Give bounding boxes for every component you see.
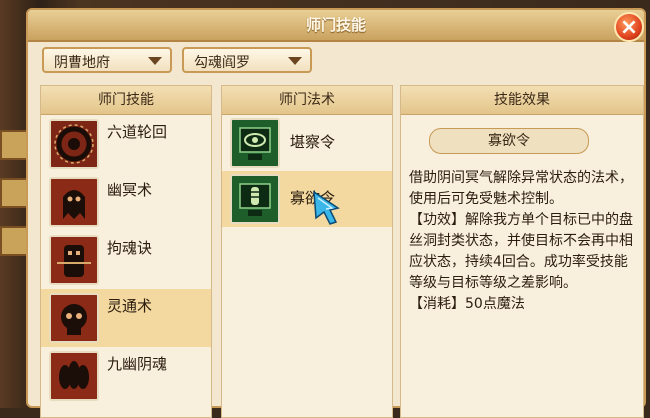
skill-label: 拘魂诀 [107,239,153,257]
school-dropdown[interactable]: 阴曹地府 [42,47,172,73]
chevron-down-icon [148,57,162,65]
seal-tablet-icon [230,174,280,224]
close-button[interactable]: × [614,12,644,42]
school-dropdown-value: 阴曹地府 [54,55,110,71]
wheel-icon [49,119,99,169]
skill-item[interactable]: 六道轮回 [41,115,211,173]
spells-header: 师门法术 [222,86,392,115]
skill-item-selected[interactable]: 灵通术 [41,289,211,347]
skill-set-dropdown-value: 勾魂阎罗 [194,55,250,71]
effect-header: 技能效果 [401,86,643,115]
skills-header: 师门技能 [41,86,211,115]
effect-description: 借助阴间冥气解除异常状态的法术，使用后可免受魅术控制。 【功效】解除我方单个目标… [409,170,633,312]
game-cursor-icon [313,190,340,225]
effect-panel: 技能效果 寡欲令 借助阴间冥气解除异常状态的法术，使用后可免受魅术控制。 【功效… [400,85,644,418]
effect-skill-name: 寡欲令 [429,128,589,154]
spell-item-selected[interactable]: 寡欲令 [222,171,392,227]
eye-tablet-icon [230,118,280,168]
spell-item[interactable]: 堪察令 [222,115,392,171]
skill-item[interactable]: 拘魂诀 [41,231,211,289]
chevron-down-icon [288,57,302,65]
spirits-icon [49,351,99,401]
skill-label: 幽冥术 [107,181,153,199]
ghost-chain-icon [49,235,99,285]
skill-item[interactable]: 幽冥术 [41,173,211,231]
spells-list: 师门法术 堪察令 寡欲令 [221,85,393,418]
skull-icon [49,293,99,343]
window-title: 师门技能 [28,10,644,42]
skill-set-dropdown[interactable]: 勾魂阎罗 [182,47,312,73]
skill-label: 六道轮回 [107,123,168,141]
spell-label: 堪察令 [290,133,336,151]
skill-label: 灵通术 [107,297,153,315]
ghost-icon [49,177,99,227]
skills-list: 师门技能 六道轮回 幽冥术 拘魂诀 灵通术 九幽阴魂 [40,85,212,418]
skill-item[interactable]: 九幽阴魂 [41,347,211,405]
skill-label: 九幽阴魂 [107,355,168,373]
